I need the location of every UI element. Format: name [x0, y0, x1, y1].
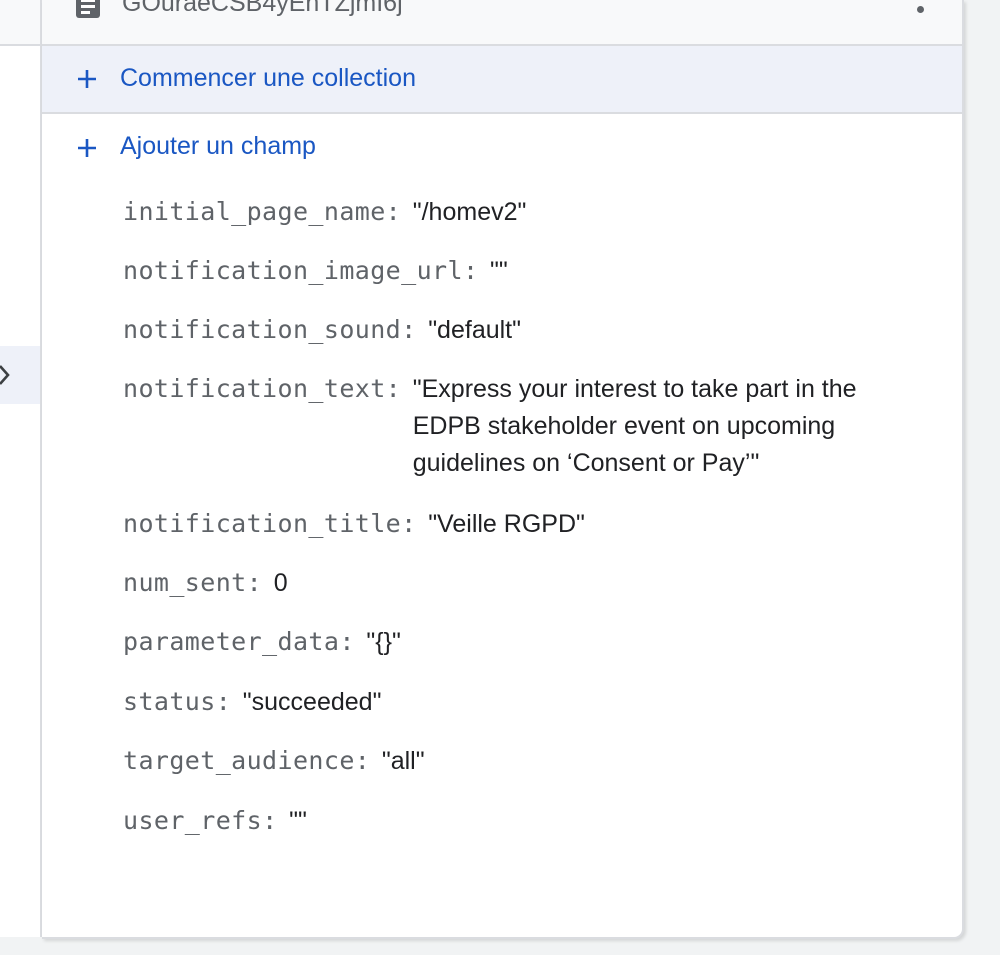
- field-key: user_refs: [123, 806, 263, 835]
- field-row-notification-text[interactable]: notification_text: "Express your interes…: [123, 371, 883, 483]
- add-field-button[interactable]: Ajouter un champ: [42, 116, 462, 180]
- field-colon: :: [215, 687, 231, 716]
- field-value: "": [490, 257, 508, 285]
- start-collection-button[interactable]: Commencer une collection: [42, 46, 962, 114]
- field-value: "succeeded": [242, 688, 382, 716]
- document-icon: [76, 0, 100, 18]
- field-colon: :: [385, 197, 401, 226]
- field-value: "Express your interest to take part in t…: [412, 375, 857, 477]
- more-vert-icon[interactable]: [0, 0, 4, 24]
- field-colon: :: [462, 256, 478, 285]
- field-row-user-refs[interactable]: user_refs: "": [123, 803, 307, 841]
- field-key: num_sent: [123, 568, 247, 597]
- add-icon: [78, 70, 96, 88]
- field-value: "default": [428, 316, 521, 344]
- field-value: "/homev2": [412, 198, 527, 226]
- field-value: "{}": [366, 628, 401, 656]
- field-row-initial-page-name[interactable]: initial_page_name: "/homev2": [123, 194, 526, 232]
- chevron-right-icon: [0, 365, 10, 385]
- field-colon: :: [401, 509, 417, 538]
- field-value: 0: [273, 569, 288, 597]
- selected-document-row[interactable]: [0, 346, 40, 404]
- field-value: "": [289, 807, 307, 835]
- field-key: target_audience: [123, 746, 355, 775]
- document-header: GOuraeCSB4yEnTZjmI6j: [42, 0, 962, 46]
- collection-pane-header: [0, 0, 40, 46]
- field-value: "Veille RGPD": [428, 510, 585, 538]
- field-row-notification-title[interactable]: notification_title: "Veille RGPD": [123, 506, 585, 544]
- collection-pane: [0, 0, 42, 937]
- field-row-target-audience[interactable]: target_audience: "all": [123, 743, 425, 781]
- field-key: initial_page_name: [123, 197, 386, 226]
- field-colon: :: [262, 806, 278, 835]
- field-row-notification-sound[interactable]: notification_sound: "default": [123, 312, 521, 350]
- field-row-notification-image-url[interactable]: notification_image_url: "": [123, 253, 508, 291]
- add-icon: [78, 139, 96, 157]
- field-row-parameter-data[interactable]: parameter_data: "{}": [123, 624, 401, 662]
- field-colon: :: [385, 374, 401, 403]
- field-key: notification_text: [123, 374, 386, 403]
- field-key: status: [123, 687, 216, 716]
- document-panel: GOuraeCSB4yEnTZjmI6j Commencer une colle…: [42, 0, 964, 939]
- field-colon: :: [401, 315, 417, 344]
- more-vert-icon[interactable]: [914, 0, 928, 25]
- field-key: notification_sound: [123, 315, 402, 344]
- field-key: notification_title: [123, 509, 402, 538]
- field-row-num-sent[interactable]: num_sent: 0: [123, 565, 288, 603]
- field-key: notification_image_url: [123, 256, 463, 285]
- document-id: GOuraeCSB4yEnTZjmI6j: [122, 0, 403, 17]
- add-field-label: Ajouter un champ: [120, 132, 316, 160]
- field-colon: :: [339, 627, 355, 656]
- start-collection-label: Commencer une collection: [120, 64, 416, 92]
- field-row-status[interactable]: status: "succeeded": [123, 684, 381, 722]
- field-value: "all": [381, 747, 425, 775]
- field-colon: :: [354, 746, 370, 775]
- field-colon: :: [246, 568, 262, 597]
- field-key: parameter_data: [123, 627, 340, 656]
